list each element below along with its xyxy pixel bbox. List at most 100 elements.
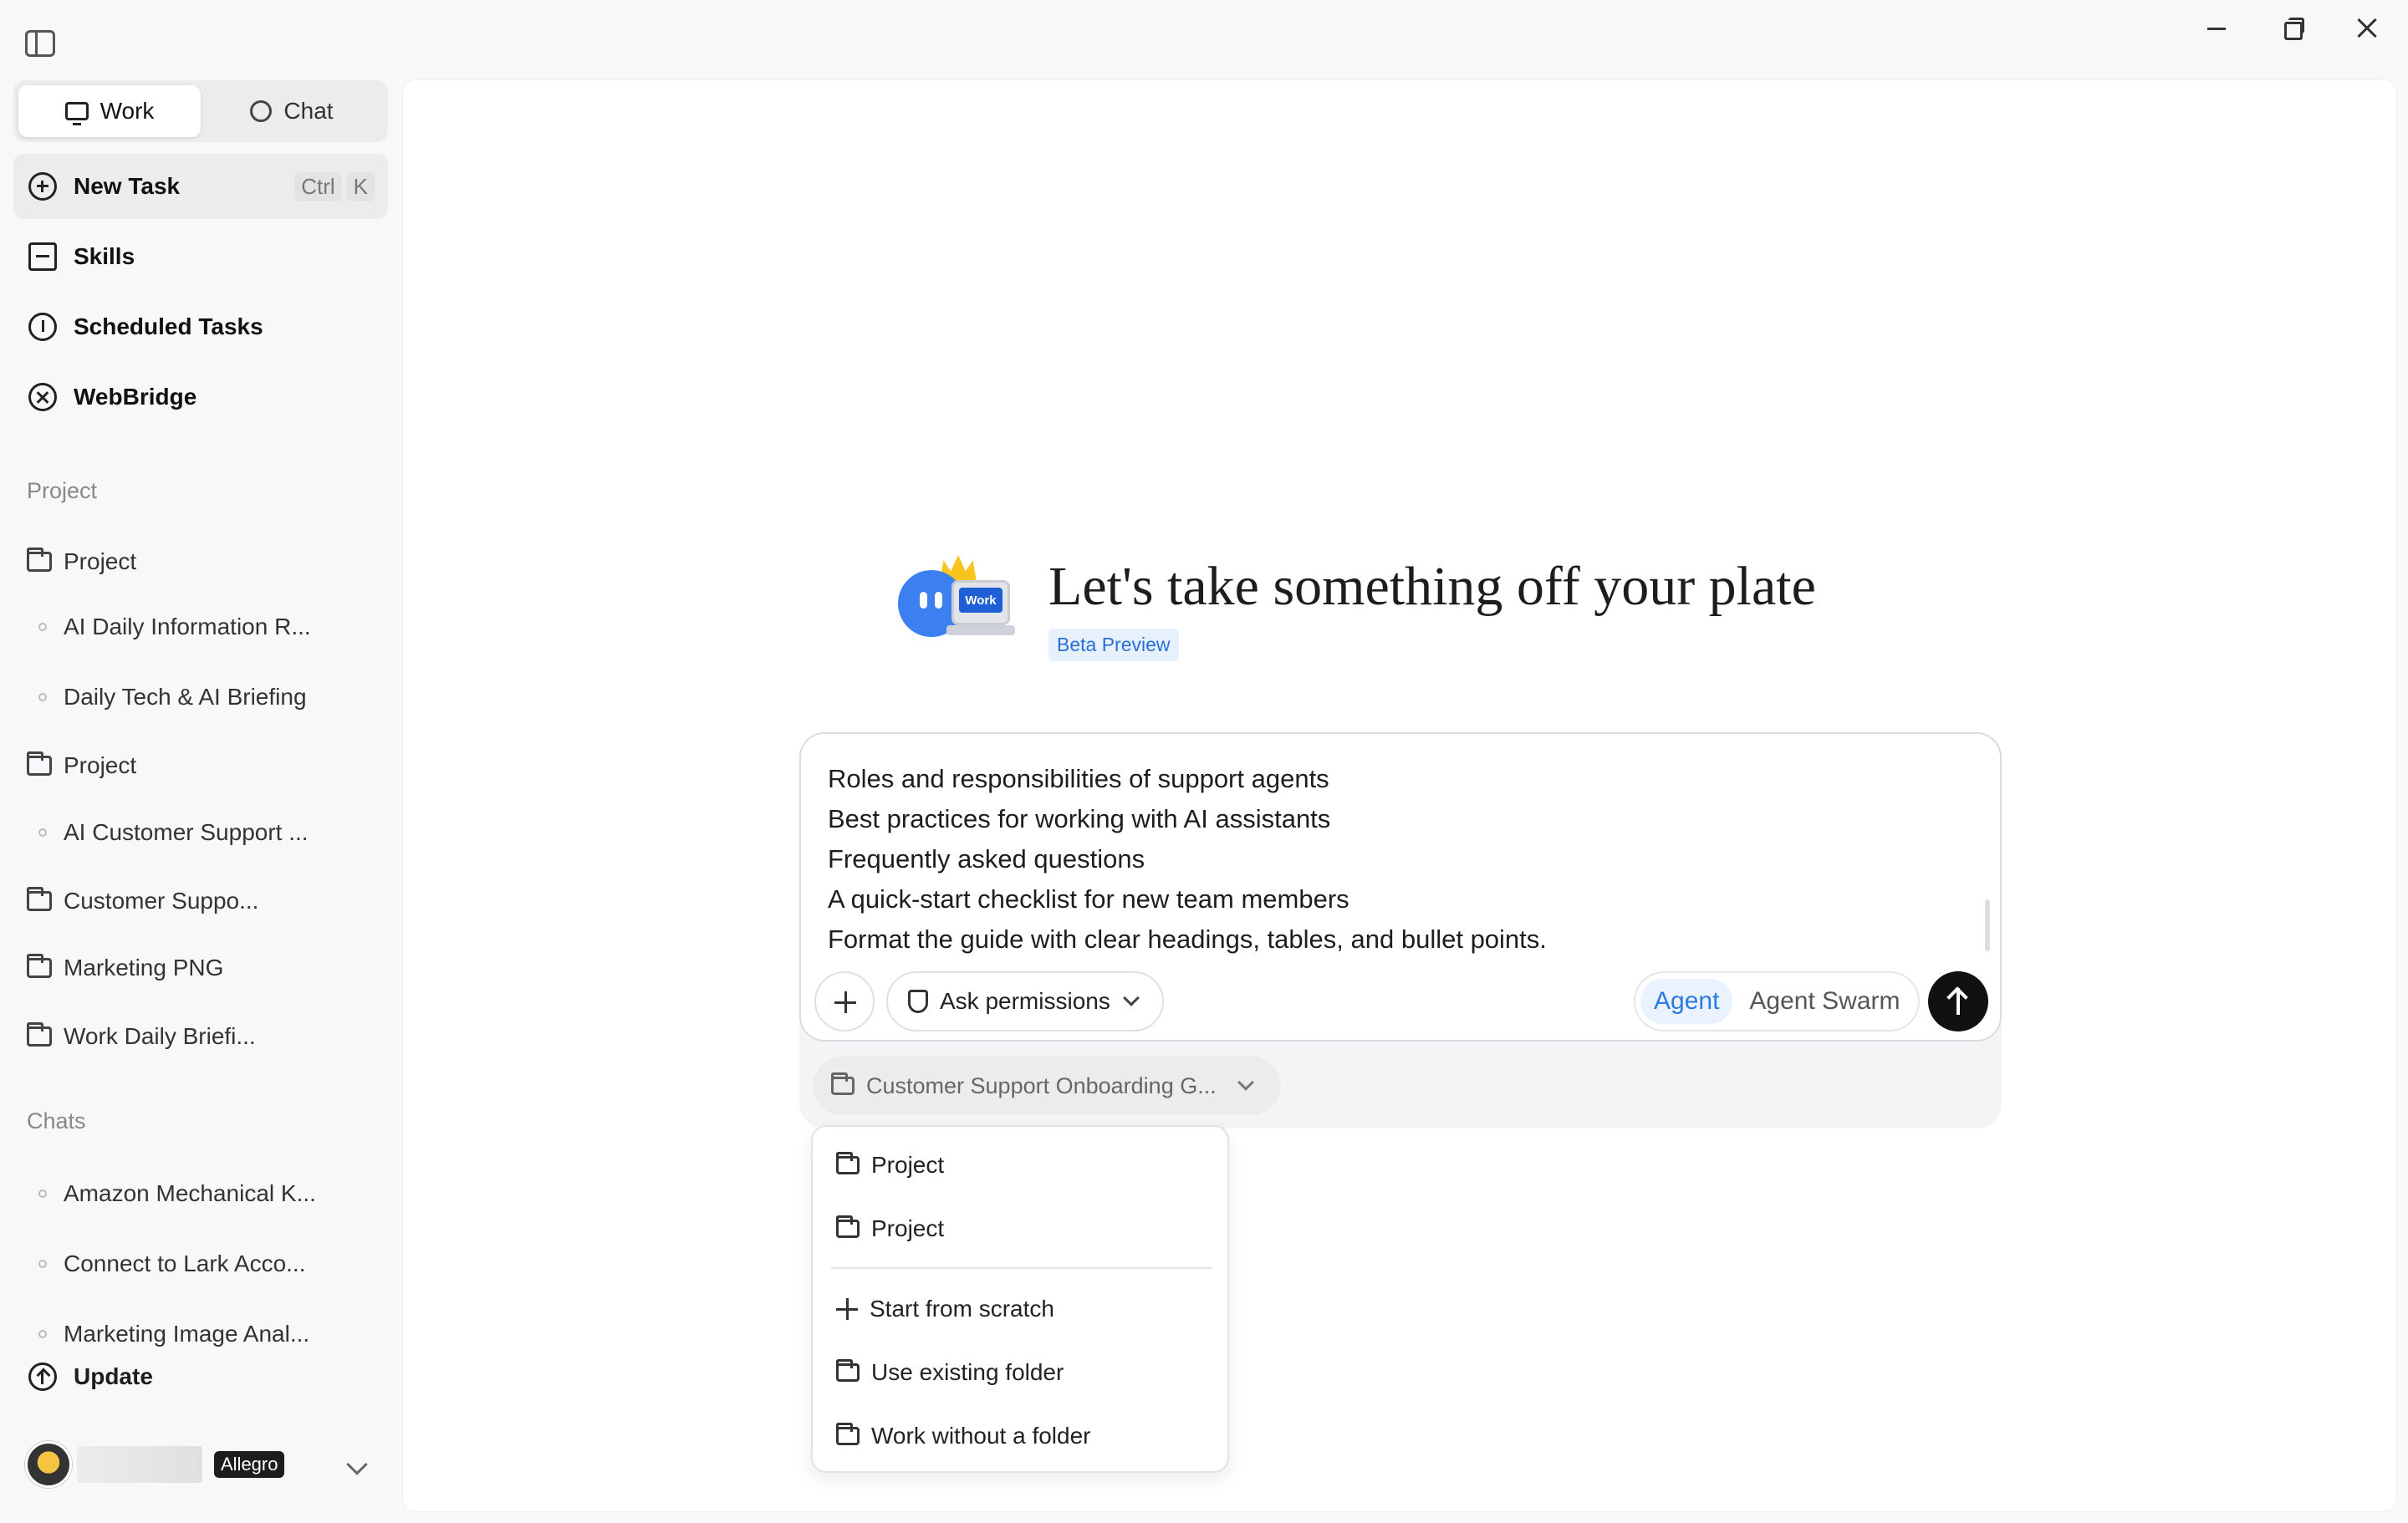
folder-select-dropdown[interactable]: Customer Support Onboarding G...: [813, 1057, 1281, 1115]
laptop-icon: Work: [951, 580, 1010, 625]
folder-icon: [27, 954, 52, 978]
folder-plus-icon: [836, 1359, 860, 1382]
laptop-base: [946, 625, 1015, 635]
project-label: AI Customer Support ...: [64, 819, 309, 845]
restore-button[interactable]: [2268, 12, 2318, 45]
chevron-down-icon: [1122, 990, 1140, 1006]
chat-label: Amazon Mechanical K...: [64, 1180, 316, 1206]
update-button[interactable]: Update: [13, 1347, 388, 1406]
prompt-input[interactable]: Roles and responsibilities of support ag…: [828, 759, 1547, 960]
folder-select-value: Customer Support Onboarding G...: [866, 1072, 1217, 1098]
menu-item-label: Start from scratch: [870, 1296, 1054, 1322]
project-label: Marketing PNG: [64, 955, 224, 981]
nav-new-task[interactable]: New Task Ctrl K: [13, 154, 388, 219]
project-folder-item[interactable]: Customer Suppo...: [27, 876, 378, 926]
mode-chat-button[interactable]: Chat: [201, 85, 383, 137]
agent-mode-button[interactable]: Agent: [1640, 979, 1733, 1024]
project-label: Customer Suppo...: [64, 888, 259, 914]
nav-skills[interactable]: Skills: [13, 224, 388, 289]
page-title: Let's take something off your plate: [1048, 556, 1816, 617]
menu-item-label: Project: [871, 1152, 945, 1178]
chevron-down-icon[interactable]: [346, 1454, 368, 1475]
prompt-line: Roles and responsibilities of support ag…: [828, 764, 1329, 793]
project-label: Project: [64, 752, 137, 778]
beta-badge: Beta Preview: [1048, 629, 1179, 661]
plan-badge: Allegro: [214, 1451, 285, 1478]
sidebar: Work Chat New Task Ctrl K Skills Schedul…: [0, 67, 401, 1523]
bullet-icon: [38, 1330, 47, 1338]
permissions-dropdown[interactable]: Ask permissions: [886, 971, 1164, 1031]
plus-icon: [836, 1298, 858, 1320]
bullet-icon: [38, 1260, 47, 1268]
skills-book-icon: [28, 242, 57, 271]
folder-icon: [831, 1072, 855, 1095]
project-folder-item[interactable]: Marketing PNG: [27, 943, 378, 993]
menu-item-label: Work without a folder: [871, 1423, 1091, 1449]
folder-icon: [27, 887, 52, 911]
project-label: Project: [64, 548, 137, 574]
chat-item[interactable]: Connect to Lark Acco...: [27, 1239, 378, 1289]
bullet-icon: [38, 1189, 47, 1198]
menu-item-project[interactable]: Project: [836, 1204, 1212, 1254]
mode-work-button[interactable]: Work: [18, 85, 201, 137]
webbridge-icon: [28, 383, 57, 411]
project-folder-item[interactable]: Project: [27, 537, 378, 587]
project-label: Work Daily Briefi...: [64, 1023, 256, 1049]
mascot-illustration: Work: [893, 552, 1015, 644]
project-task-item[interactable]: AI Daily Information R...: [27, 602, 378, 652]
project-task-item[interactable]: AI Customer Support ...: [27, 807, 378, 858]
plus-circle-icon: [28, 172, 57, 201]
bullet-icon: [38, 693, 47, 701]
title-bar: [0, 0, 2408, 67]
mode-chat-label: Chat: [283, 98, 334, 124]
nav-label: WebBridge: [74, 384, 197, 410]
menu-item-label: Project: [871, 1215, 945, 1241]
chat-item[interactable]: Amazon Mechanical K...: [27, 1169, 378, 1219]
prompt-composer[interactable]: Roles and responsibilities of support ag…: [799, 732, 2002, 1042]
chats-section-label: Chats: [27, 1108, 86, 1133]
menu-item-work-without-folder[interactable]: Work without a folder: [836, 1411, 1212, 1461]
permissions-label: Ask permissions: [940, 988, 1110, 1014]
menu-item-use-existing-folder[interactable]: Use existing folder: [836, 1347, 1212, 1398]
project-label: AI Daily Information R...: [64, 614, 311, 639]
mode-work-label: Work: [99, 98, 155, 124]
bullet-icon: [38, 828, 47, 837]
shortcut-hint: Ctrl K: [294, 171, 375, 201]
menu-item-project[interactable]: Project: [836, 1140, 1212, 1190]
laptop-screen-text: Work: [959, 588, 1002, 613]
scrollbar[interactable]: [1985, 899, 1990, 951]
project-folder-item[interactable]: Work Daily Briefi...: [27, 1011, 378, 1062]
sidebar-toggle-icon[interactable]: [25, 30, 55, 57]
project-folder-item[interactable]: Project: [27, 741, 378, 791]
agent-swarm-mode-button[interactable]: Agent Swarm: [1736, 979, 1913, 1024]
alarm-clock-icon: [28, 313, 57, 341]
arrow-up-circle-icon: [28, 1363, 57, 1391]
send-button[interactable]: [1928, 971, 1988, 1031]
menu-divider: [831, 1267, 1212, 1269]
project-task-item[interactable]: Daily Tech & AI Briefing: [27, 672, 378, 722]
chat-label: Connect to Lark Acco...: [64, 1250, 306, 1276]
username-redacted: [77, 1446, 202, 1483]
menu-item-start-from-scratch[interactable]: Start from scratch: [836, 1284, 1212, 1334]
monitor-icon: [64, 102, 89, 125]
user-menu[interactable]: Allegro: [25, 1439, 376, 1490]
attach-plus-button[interactable]: [814, 971, 875, 1031]
shortcut-key: K: [346, 171, 375, 201]
folder-icon: [836, 1152, 860, 1174]
prompt-line: Best practices for working with AI assis…: [828, 804, 1331, 833]
folder-x-icon: [836, 1423, 860, 1445]
chevron-down-icon: [1237, 1074, 1254, 1091]
shield-check-icon: [908, 990, 928, 1013]
mode-switch: Work Chat: [13, 80, 388, 142]
shortcut-key: Ctrl: [294, 171, 342, 201]
nav-scheduled-tasks[interactable]: Scheduled Tasks: [13, 294, 388, 359]
avatar: [25, 1441, 72, 1488]
nav-webbridge[interactable]: WebBridge: [13, 364, 388, 430]
minimize-button[interactable]: [2191, 12, 2241, 45]
prompt-line: Format the guide with clear headings, ta…: [828, 924, 1547, 954]
chat-bubble-icon: [250, 100, 273, 122]
menu-item-label: Use existing folder: [871, 1359, 1064, 1385]
close-button[interactable]: [2343, 12, 2393, 45]
folder-icon: [27, 548, 52, 572]
project-section-label: Project: [27, 478, 98, 503]
